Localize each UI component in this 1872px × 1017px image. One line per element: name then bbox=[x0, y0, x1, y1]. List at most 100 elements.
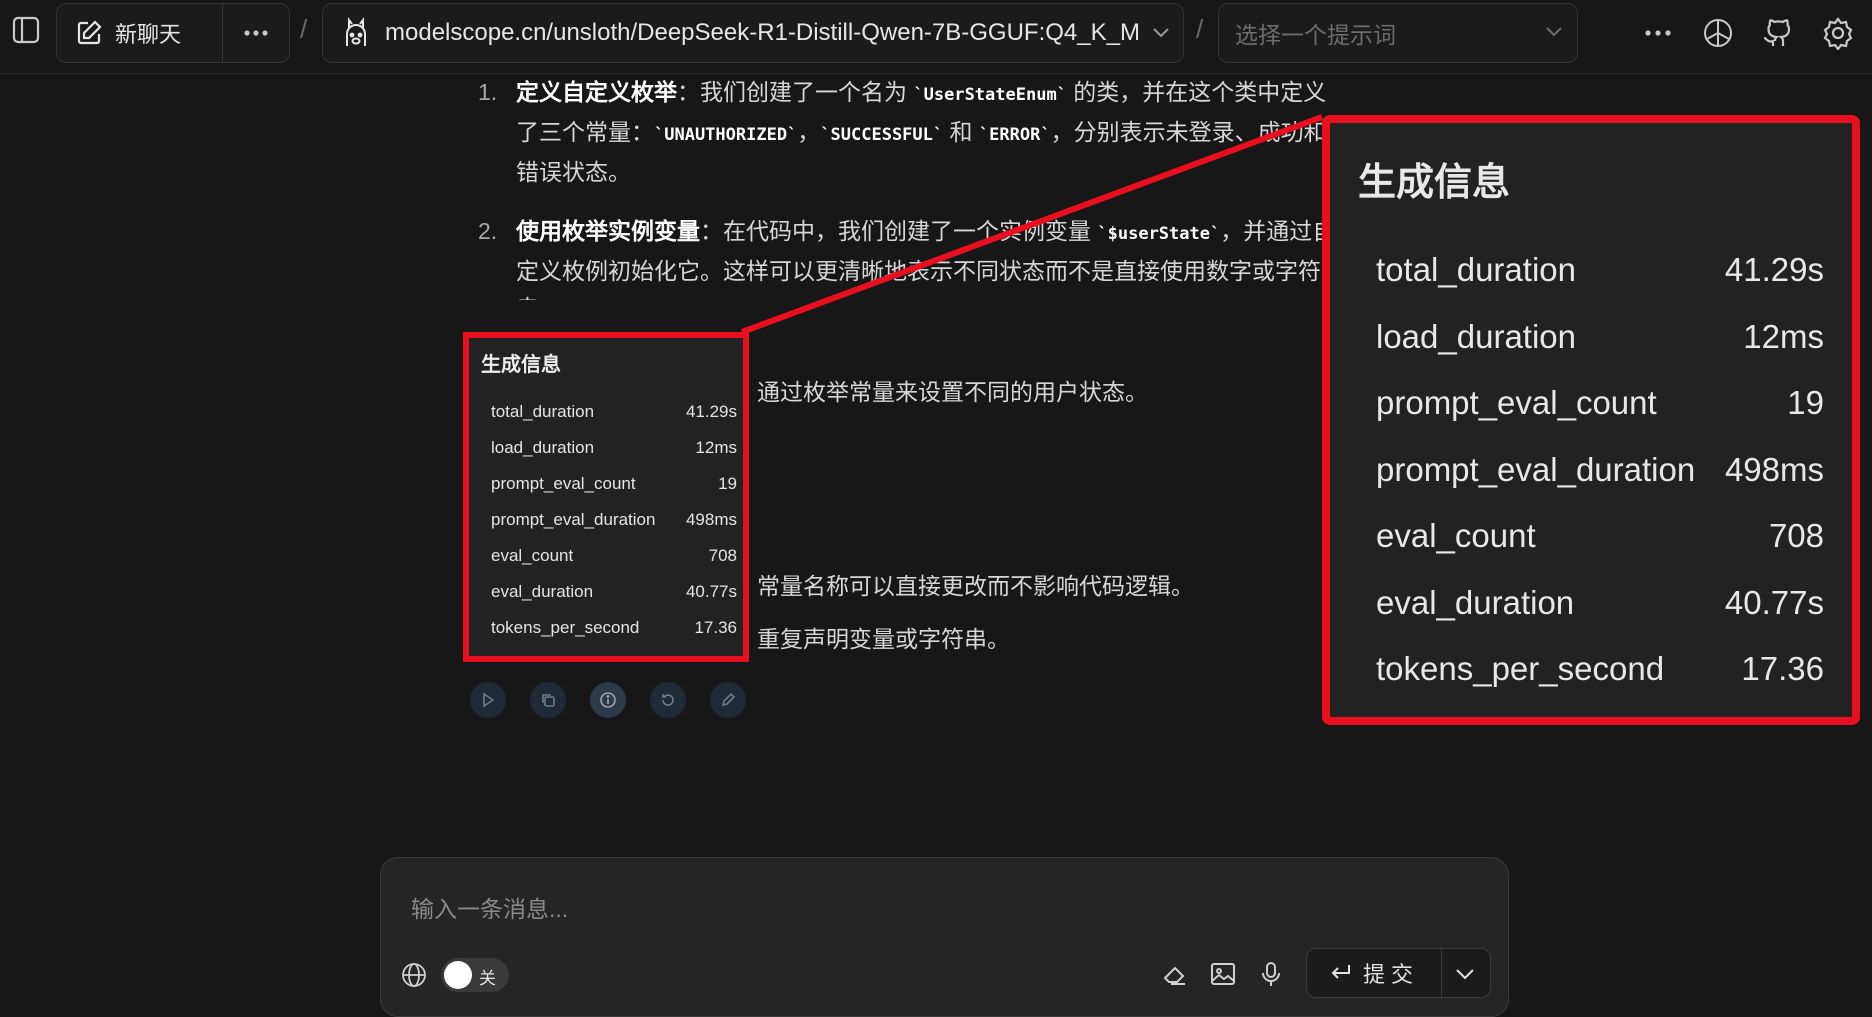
more-icon[interactable] bbox=[1638, 13, 1678, 53]
info-row: eval_count 708 bbox=[491, 538, 737, 574]
info-row: prompt_eval_count 19 bbox=[1376, 370, 1824, 437]
message-input[interactable]: 输入一条消息... bbox=[411, 890, 568, 924]
info-key: eval_duration bbox=[1376, 583, 1575, 621]
regenerate-icon[interactable] bbox=[650, 682, 686, 718]
submit-divider bbox=[1441, 949, 1442, 997]
new-chat-label: 新聊天 bbox=[115, 22, 182, 47]
info-row: tokens_per_second 17.36 bbox=[1376, 636, 1824, 703]
info-key: load_duration bbox=[491, 438, 595, 457]
info-row: load_duration 12ms bbox=[491, 430, 737, 466]
info-key: prompt_eval_count bbox=[491, 474, 636, 493]
submit-button[interactable]: 提交 bbox=[1306, 948, 1491, 998]
list-item-title: 使用枚举实例变量 bbox=[516, 218, 700, 244]
toggle-label: 关 bbox=[479, 969, 496, 988]
chevron-down-icon bbox=[1152, 27, 1170, 39]
info-value: 19 bbox=[718, 474, 737, 493]
list-number: 1. bbox=[478, 79, 498, 105]
generation-info-zoom-panel: 生成信息 total_duration 41.29s load_duration 1… bbox=[1322, 115, 1860, 725]
info-key: total_duration bbox=[1376, 251, 1576, 289]
copy-icon[interactable] bbox=[530, 682, 566, 718]
info-value: 40.77s bbox=[1724, 583, 1824, 621]
web-search-toggle[interactable]: 关 bbox=[441, 958, 509, 992]
inline-code: `UNAUTHORIZED` bbox=[654, 125, 798, 145]
info-row: eval_duration 40.77s bbox=[491, 574, 737, 610]
llama-icon bbox=[341, 16, 371, 50]
info-key: prompt_eval_duration bbox=[1376, 450, 1696, 488]
breadcrumb-separator: / bbox=[300, 14, 308, 44]
info-value: 12ms bbox=[1743, 317, 1824, 355]
breadcrumb-separator: / bbox=[1196, 14, 1204, 44]
info-row: total_duration 41.29s bbox=[491, 394, 737, 430]
sidebar-toggle-icon[interactable] bbox=[6, 10, 46, 50]
model-selector[interactable]: modelscope.cn/unsloth/DeepSeek-R1-Distil… bbox=[322, 3, 1184, 63]
chevron-down-icon bbox=[1545, 26, 1563, 38]
image-icon[interactable] bbox=[1209, 960, 1237, 988]
new-chat-pill: 新聊天 bbox=[56, 3, 290, 63]
top-bar: 新聊天 / modelscope.cn/unsloth/DeepSeek-R1-… bbox=[0, 0, 1872, 74]
info-value: 498ms bbox=[685, 510, 737, 529]
info-row: prompt_eval_duration 498ms bbox=[1376, 437, 1824, 504]
info-row: prompt_eval_duration 498ms bbox=[491, 502, 737, 538]
info-row: load_duration 12ms bbox=[1376, 304, 1824, 371]
message-line: 常量名称可以直接更改而不影响代码逻辑。 bbox=[757, 573, 1194, 599]
zoom-title: 生成信息 bbox=[1358, 162, 1511, 204]
text: ：我们创建了一个名为 bbox=[677, 79, 914, 105]
list-item: 1. 定义自定义枚举：我们创建了一个名为 `UserStateEnum` 的类，… bbox=[478, 74, 1338, 191]
list-number: 2. bbox=[478, 218, 498, 244]
openai-icon[interactable] bbox=[1698, 13, 1738, 53]
info-key: total_duration bbox=[491, 402, 595, 421]
chevron-down-icon[interactable] bbox=[1455, 967, 1475, 981]
info-value: 19 bbox=[1787, 384, 1824, 422]
github-icon[interactable] bbox=[1758, 13, 1798, 53]
eraser-icon[interactable] bbox=[1161, 960, 1189, 988]
info-value: 708 bbox=[1768, 517, 1824, 555]
info-row: prompt_eval_count 19 bbox=[491, 466, 737, 502]
info-key: load_duration bbox=[1376, 317, 1576, 355]
new-chat-button[interactable]: 新聊天 bbox=[57, 4, 223, 62]
inline-code: `UserStateEnum` bbox=[913, 85, 1067, 105]
info-row: total_duration 41.29s bbox=[1376, 237, 1824, 304]
submit-label: 提交 bbox=[1363, 962, 1420, 987]
inline-code: `ERROR` bbox=[978, 125, 1051, 145]
inline-code: `$userState` bbox=[1097, 224, 1221, 244]
edit-icon bbox=[75, 19, 103, 47]
info-icon[interactable] bbox=[590, 682, 626, 718]
prompt-selector-placeholder: 选择一个提示词 bbox=[1235, 22, 1396, 48]
info-row: eval_duration 40.77s bbox=[1376, 570, 1824, 637]
info-value: 498ms bbox=[1724, 450, 1824, 488]
list-item-title: 定义自定义枚举 bbox=[516, 79, 677, 105]
info-key: eval_count bbox=[491, 546, 574, 565]
message-line: 通过枚举常量来设置不同的用户状态。 bbox=[757, 379, 1148, 405]
info-key: tokens_per_second bbox=[491, 618, 640, 637]
inline-code: `SUCCESSFUL` bbox=[820, 125, 944, 145]
edit-message-icon[interactable] bbox=[710, 682, 746, 718]
info-key: prompt_eval_count bbox=[1376, 384, 1657, 422]
enter-icon bbox=[1329, 963, 1353, 983]
info-key: tokens_per_second bbox=[1376, 650, 1665, 688]
message-composer: 输入一条消息... 关 提交 bbox=[380, 857, 1509, 1017]
message-actions bbox=[470, 682, 746, 718]
play-icon[interactable] bbox=[470, 682, 506, 718]
info-row: eval_count 708 bbox=[1376, 503, 1824, 570]
info-row: tokens_per_second 17.36 bbox=[491, 610, 737, 646]
info-value: 708 bbox=[708, 546, 737, 565]
generation-info-tooltip: 生成信息 total_duration 41.29s load_duration 1… bbox=[463, 332, 749, 662]
microphone-icon[interactable] bbox=[1257, 960, 1285, 988]
prompt-selector[interactable]: 选择一个提示词 bbox=[1218, 3, 1578, 63]
info-key: prompt_eval_duration bbox=[491, 510, 656, 529]
info-value: 17.36 bbox=[1741, 650, 1824, 688]
text: ：在代码中，我们创建了一个实例变量 bbox=[700, 218, 1098, 244]
info-value: 41.29s bbox=[685, 402, 737, 421]
message-line: 重复声明变量或字符串。 bbox=[757, 626, 1010, 652]
model-name: modelscope.cn/unsloth/DeepSeek-R1-Distil… bbox=[385, 19, 1140, 46]
globe-icon[interactable] bbox=[401, 962, 427, 988]
info-value: 12ms bbox=[695, 438, 737, 457]
info-value: 41.29s bbox=[1724, 251, 1824, 289]
gear-icon[interactable] bbox=[1818, 13, 1858, 53]
text: ， bbox=[797, 119, 821, 145]
text: 和 bbox=[943, 119, 979, 145]
toggle-knob bbox=[444, 961, 472, 989]
more-options-icon[interactable] bbox=[223, 29, 289, 37]
info-value: 40.77s bbox=[685, 582, 737, 601]
info-key: eval_duration bbox=[491, 582, 594, 601]
